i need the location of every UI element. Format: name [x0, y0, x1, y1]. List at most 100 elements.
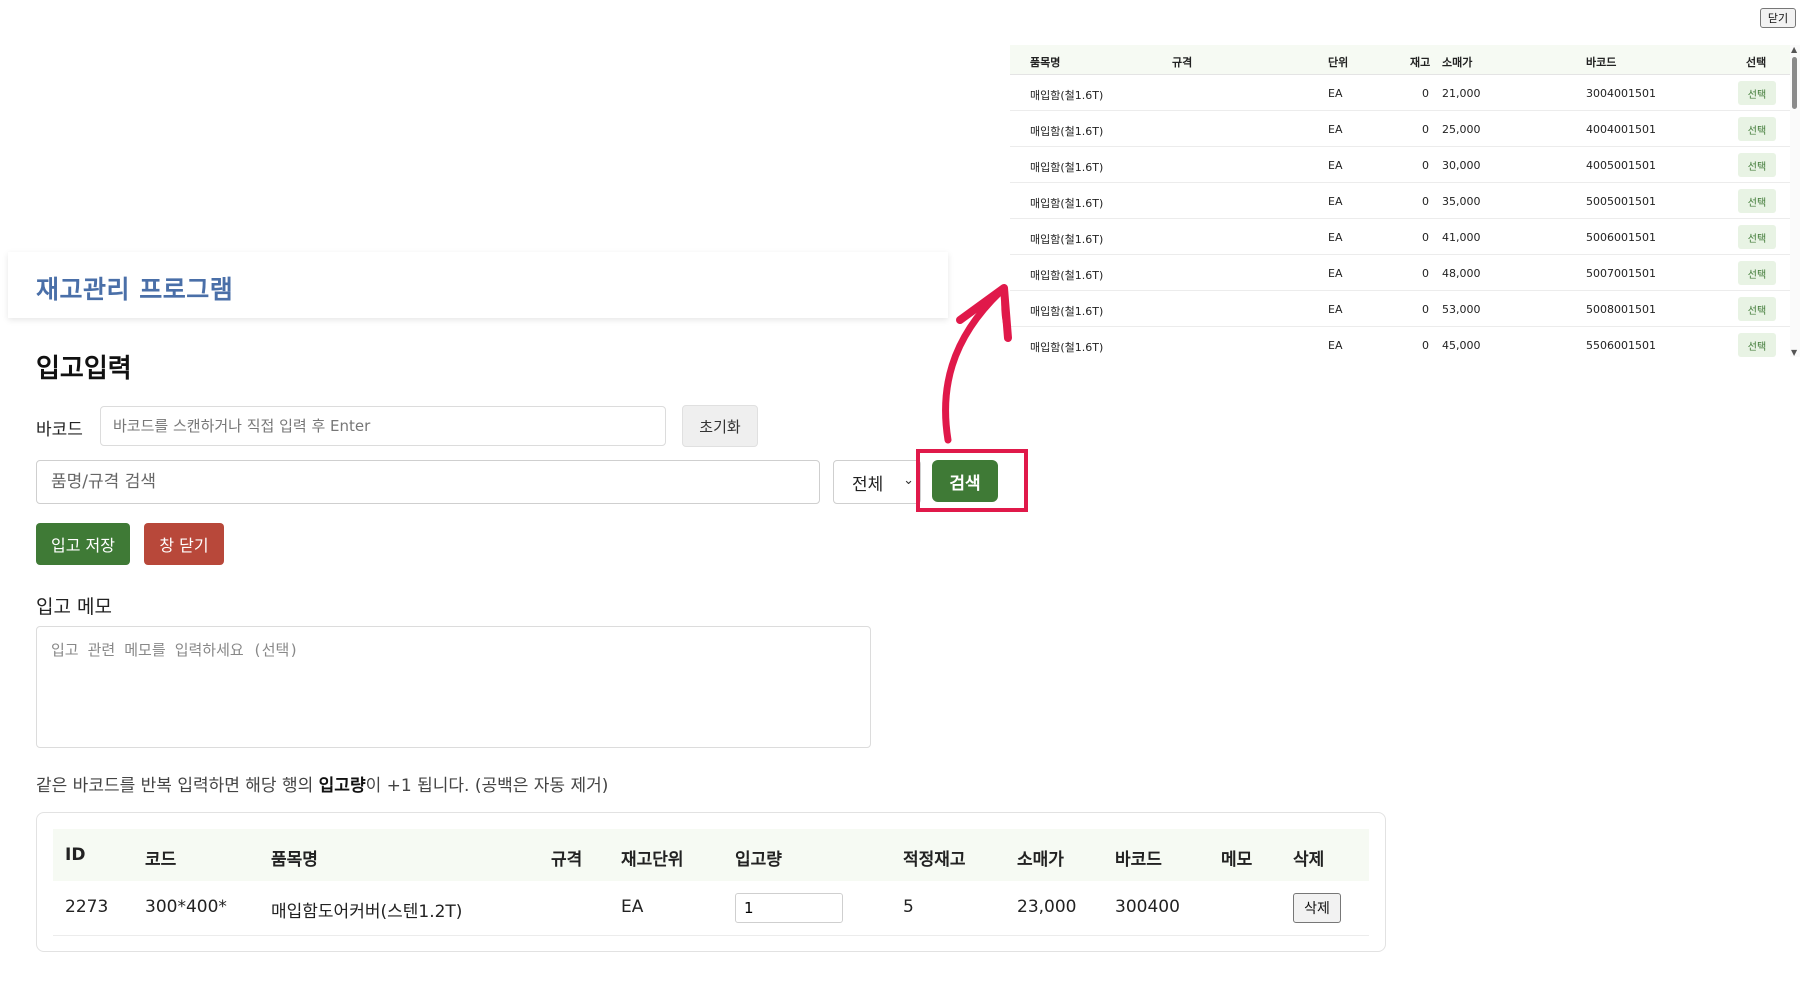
popup-cell-barcode: 5005001501 — [1586, 195, 1656, 208]
th-code: 코드 — [145, 850, 177, 870]
popup-cell-barcode: 5008001501 — [1586, 303, 1656, 316]
search-input[interactable] — [36, 460, 820, 504]
select-button[interactable]: 선택 — [1738, 261, 1776, 285]
search-results-popup: 닫기 품목명 규격 단위 재고 소매가 바코드 선택 매입함(철1.6T) EA 0… — [1010, 0, 1800, 360]
cell-barcode: 300400 — [1115, 897, 1180, 917]
select-button[interactable]: 선택 — [1738, 333, 1776, 357]
memo-label: 입고 메모 — [36, 596, 112, 618]
filter-select[interactable]: 전체 ⌄ — [833, 460, 921, 504]
popup-cell-price: 21,000 — [1442, 87, 1481, 100]
th-price: 소매가 — [1017, 850, 1064, 870]
popup-cell-name: 매입함(철1.6T) — [1030, 233, 1104, 246]
scroll-thumb[interactable] — [1792, 57, 1797, 109]
reset-button[interactable]: 초기화 — [682, 405, 758, 447]
select-button[interactable]: 선택 — [1738, 189, 1776, 213]
select-button[interactable]: 선택 — [1738, 81, 1776, 105]
th-name: 품목명 — [271, 850, 318, 870]
th-proper-stock: 적정재고 — [903, 850, 966, 870]
memo-textarea[interactable] — [36, 626, 871, 748]
popup-cell-stock: 0 — [1422, 195, 1429, 208]
select-button[interactable]: 선택 — [1738, 117, 1776, 141]
popup-row[interactable]: 매입함(철1.6T) EA 0 35,000 5005001501 선택 — [1010, 183, 1790, 219]
hint-suffix: 이 +1 됩니다. (공백은 자동 제거) — [365, 776, 609, 796]
popup-cell-barcode: 3004001501 — [1586, 87, 1656, 100]
popup-cell-name: 매입함(철1.6T) — [1030, 161, 1104, 174]
app-header: 재고관리 프로그램 — [8, 252, 948, 318]
th-unit: 재고단위 — [621, 850, 684, 870]
popup-row[interactable]: 매입함(철1.6T) EA 0 21,000 3004001501 선택 — [1010, 75, 1790, 111]
items-table: ID 코드 품목명 규격 재고단위 입고량 적정재고 소매가 바코드 메모 삭제… — [36, 812, 1386, 952]
pth-spec: 규격 — [1172, 56, 1193, 69]
popup-cell-stock: 0 — [1422, 87, 1429, 100]
scroll-down-icon[interactable]: ▼ — [1791, 348, 1797, 357]
popup-close-button[interactable]: 닫기 — [1760, 8, 1796, 28]
annotation-arrow-icon — [942, 284, 1012, 444]
popup-table-header: 품목명 규격 단위 재고 소매가 바코드 선택 — [1010, 45, 1790, 75]
pth-unit: 단위 — [1328, 56, 1349, 69]
pth-select: 선택 — [1746, 56, 1767, 69]
popup-cell-stock: 0 — [1422, 159, 1429, 172]
popup-cell-unit: EA — [1328, 195, 1343, 208]
popup-cell-unit: EA — [1328, 87, 1343, 100]
popup-cell-price: 30,000 — [1442, 159, 1481, 172]
cell-name: 매입함도어커버(스텐1.2T) — [271, 902, 463, 922]
popup-cell-stock: 0 — [1422, 267, 1429, 280]
popup-cell-name: 매입함(철1.6T) — [1030, 197, 1104, 210]
cell-id: 2273 — [65, 897, 109, 917]
popup-scrollbar[interactable]: ▲ ▼ — [1790, 45, 1800, 357]
app-title: 재고관리 프로그램 — [36, 275, 234, 304]
row-divider — [53, 935, 1369, 936]
table-header: ID 코드 품목명 규격 재고단위 입고량 적정재고 소매가 바코드 메모 삭제 — [53, 829, 1369, 881]
popup-cell-price: 53,000 — [1442, 303, 1481, 316]
th-delete: 삭제 — [1293, 850, 1325, 870]
popup-cell-stock: 0 — [1422, 339, 1429, 352]
popup-cell-price: 25,000 — [1442, 123, 1481, 136]
qty-input[interactable] — [735, 893, 843, 923]
popup-row[interactable]: 매입함(철1.6T) EA 0 30,000 4005001501 선택 — [1010, 147, 1790, 183]
popup-cell-price: 45,000 — [1442, 339, 1481, 352]
popup-cell-stock: 0 — [1422, 231, 1429, 244]
popup-cell-barcode: 5506001501 — [1586, 339, 1656, 352]
popup-row[interactable]: 매입함(철1.6T) EA 0 25,000 4004001501 선택 — [1010, 111, 1790, 147]
pth-name: 품목명 — [1030, 56, 1061, 69]
th-spec: 규격 — [551, 850, 583, 870]
page-title: 입고입력 — [36, 354, 132, 384]
popup-row[interactable]: 매입함(철1.6T) EA 0 45,000 5506001501 선택 — [1010, 327, 1790, 357]
cell-unit: EA — [621, 897, 644, 917]
popup-cell-price: 48,000 — [1442, 267, 1481, 280]
hint-text: 같은 바코드를 반복 입력하면 해당 행의 입고량이 +1 됩니다. (공백은 … — [36, 771, 608, 796]
delete-row-button[interactable]: 삭제 — [1293, 893, 1341, 923]
barcode-label: 바코드 — [36, 420, 83, 440]
popup-cell-unit: EA — [1328, 339, 1343, 352]
cell-price: 23,000 — [1017, 897, 1077, 917]
popup-cell-barcode: 5006001501 — [1586, 231, 1656, 244]
select-button[interactable]: 선택 — [1738, 153, 1776, 177]
popup-cell-barcode: 4005001501 — [1586, 159, 1656, 172]
popup-cell-unit: EA — [1328, 267, 1343, 280]
select-button[interactable]: 선택 — [1738, 225, 1776, 249]
barcode-input[interactable] — [100, 406, 666, 446]
pth-price: 소매가 — [1442, 56, 1473, 69]
cell-code: 300*400* — [145, 897, 227, 917]
popup-cell-barcode: 5007001501 — [1586, 267, 1656, 280]
popup-cell-name: 매입함(철1.6T) — [1030, 269, 1104, 282]
popup-row[interactable]: 매입함(철1.6T) EA 0 41,000 5006001501 선택 — [1010, 219, 1790, 255]
popup-row[interactable]: 매입함(철1.6T) EA 0 48,000 5007001501 선택 — [1010, 255, 1790, 291]
scroll-up-icon[interactable]: ▲ — [1791, 45, 1797, 54]
popup-row[interactable]: 매입함(철1.6T) EA 0 53,000 5008001501 선택 — [1010, 291, 1790, 327]
close-window-button[interactable]: 창 닫기 — [144, 523, 224, 565]
hint-prefix: 같은 바코드를 반복 입력하면 해당 행의 — [36, 776, 319, 796]
select-button[interactable]: 선택 — [1738, 297, 1776, 321]
th-qty: 입고량 — [735, 850, 782, 870]
popup-cell-barcode: 4004001501 — [1586, 123, 1656, 136]
save-button[interactable]: 입고 저장 — [36, 523, 130, 565]
popup-cell-stock: 0 — [1422, 303, 1429, 316]
filter-select-value: 전체 — [852, 474, 884, 495]
popup-cell-unit: EA — [1328, 159, 1343, 172]
popup-cell-name: 매입함(철1.6T) — [1030, 125, 1104, 138]
th-memo: 메모 — [1221, 850, 1253, 870]
popup-cell-unit: EA — [1328, 123, 1343, 136]
popup-cell-price: 41,000 — [1442, 231, 1481, 244]
popup-cell-name: 매입함(철1.6T) — [1030, 341, 1104, 354]
th-id: ID — [65, 845, 86, 865]
